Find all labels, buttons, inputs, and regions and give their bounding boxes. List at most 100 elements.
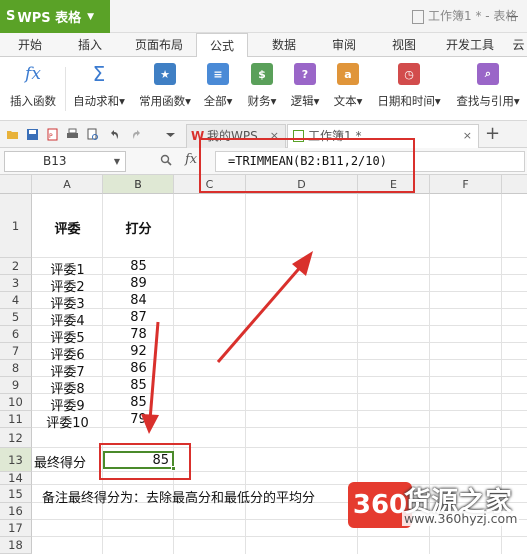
tab-cloud[interactable]: 云 <box>510 33 527 57</box>
row-header[interactable]: 11 <box>0 411 32 428</box>
score-cell[interactable]: 87 <box>103 310 174 325</box>
score-cell[interactable]: 79 <box>103 412 174 427</box>
print-icon[interactable] <box>66 128 79 141</box>
star-icon: ★ <box>154 63 176 85</box>
gridline <box>32 291 527 292</box>
name-box[interactable]: B13 ▼ <box>4 151 126 172</box>
common-functions-button[interactable]: ★ 常用函数▾ <box>134 61 196 117</box>
app-name: WPS 表格 <box>17 11 82 26</box>
score-cell[interactable]: 85 <box>103 259 174 274</box>
watermark-logo: 360 货源之家 www.360hyzj.com <box>342 476 527 554</box>
score-cell[interactable]: 84 <box>103 293 174 308</box>
tab-formulas[interactable]: 公式 <box>196 33 248 58</box>
tab-data[interactable]: 数据 <box>258 33 310 57</box>
score-cell[interactable]: 92 <box>103 344 174 359</box>
row-header[interactable]: 15 <box>0 485 32 503</box>
gridline <box>32 359 527 360</box>
undo-icon[interactable] <box>108 128 121 141</box>
cell-a1[interactable]: 评委 <box>32 218 103 237</box>
title-bar: S WPS 表格 ▼ 工作簿1 * - 表格 <box>0 0 527 33</box>
row-header[interactable]: 2 <box>0 258 32 275</box>
row-header[interactable]: 8 <box>0 360 32 377</box>
final-score-label[interactable]: 最终得分 <box>34 452 86 471</box>
tab-page-layout[interactable]: 页面布局 <box>126 33 192 57</box>
minimize-icon[interactable] <box>508 10 520 22</box>
text-button[interactable]: a 文本▾ <box>330 61 366 117</box>
new-tab-button[interactable]: + <box>485 123 500 144</box>
score-cell[interactable]: 86 <box>103 361 174 376</box>
score-cell[interactable]: 78 <box>103 327 174 342</box>
tab-review[interactable]: 审阅 <box>318 33 370 57</box>
row-header[interactable]: 4 <box>0 292 32 309</box>
lookup-icon: ⌕ <box>477 63 499 85</box>
column-header-g[interactable] <box>502 175 527 194</box>
row-header[interactable]: 1 <box>0 194 32 258</box>
column-header-f[interactable]: F <box>430 175 502 194</box>
formulas-ribbon: fx 插入函数 Σ 自动求和▾ ★ 常用函数▾ ≡ 全部▾ $ 财务▾ ? 逻辑… <box>0 57 527 121</box>
formula-highlight-box <box>199 138 415 193</box>
row-header[interactable]: 7 <box>0 343 32 360</box>
insert-function-button[interactable]: fx 插入函数 <box>4 61 62 117</box>
chevron-down-icon[interactable]: ▼ <box>114 152 120 171</box>
watermark-url: www.360hyzj.com <box>402 511 520 526</box>
gridline <box>32 376 527 377</box>
financial-button[interactable]: $ 财务▾ <box>244 61 280 117</box>
column-header-a[interactable]: A <box>32 175 103 194</box>
gridline <box>32 308 527 309</box>
row-header[interactable]: 3 <box>0 275 32 292</box>
app-menu-button[interactable]: S WPS 表格 ▼ <box>0 0 110 33</box>
svg-text:P: P <box>49 133 53 140</box>
select-all-corner[interactable] <box>0 175 32 194</box>
row-header[interactable]: 13 <box>0 448 32 472</box>
gridline <box>32 393 527 394</box>
ribbon-divider <box>65 67 66 111</box>
note-cell[interactable]: 备注最终得分为：去除最高分和最低分的平均分 <box>42 487 315 506</box>
close-icon[interactable]: × <box>463 125 472 147</box>
row-header[interactable]: 9 <box>0 377 32 394</box>
text-icon: a <box>337 63 359 85</box>
row-header[interactable]: 12 <box>0 428 32 448</box>
autosum-button[interactable]: Σ 自动求和▾ <box>68 61 130 117</box>
wps-logo: S <box>6 9 16 24</box>
logical-button[interactable]: ? 逻辑▾ <box>287 61 323 117</box>
score-cell[interactable]: 89 <box>103 276 174 291</box>
score-cell[interactable]: 85 <box>103 378 174 393</box>
gridline <box>32 342 527 343</box>
tab-home[interactable]: 开始 <box>6 33 54 57</box>
fx-icon[interactable]: fx <box>185 152 197 167</box>
print-preview-icon[interactable] <box>86 128 99 141</box>
redo-icon[interactable] <box>130 128 143 141</box>
row-header[interactable]: 16 <box>0 503 32 520</box>
row-header[interactable]: 10 <box>0 394 32 411</box>
tab-developer[interactable]: 开发工具 <box>438 33 502 57</box>
row-header[interactable]: 14 <box>0 472 32 485</box>
save-icon[interactable] <box>26 128 39 141</box>
chevron-down-icon[interactable] <box>164 128 177 141</box>
gridline <box>32 410 527 411</box>
judge-name-cell[interactable]: 评委10 <box>32 412 103 431</box>
search-icon[interactable] <box>160 154 172 166</box>
all-functions-button[interactable]: ≡ 全部▾ <box>200 61 236 117</box>
score-cell[interactable]: 85 <box>103 395 174 410</box>
tab-insert[interactable]: 插入 <box>64 33 116 57</box>
ribbon-tabs: 开始 插入 页面布局 公式 数据 审阅 视图 开发工具 云 <box>0 33 527 58</box>
row-header[interactable]: 6 <box>0 326 32 343</box>
row-header[interactable]: 5 <box>0 309 32 326</box>
question-icon: ? <box>294 63 316 85</box>
tab-view[interactable]: 视图 <box>378 33 430 57</box>
lookup-reference-button[interactable]: ⌕ 查找与引用▾ <box>453 61 523 117</box>
date-time-button[interactable]: ◷ 日期和时间▾ <box>374 61 444 117</box>
gridline <box>32 427 527 428</box>
row-header[interactable]: 17 <box>0 520 32 537</box>
open-folder-icon[interactable] <box>6 128 19 141</box>
sigma-icon: Σ <box>92 62 106 86</box>
gridline <box>32 257 527 258</box>
list-icon: ≡ <box>207 63 229 85</box>
row-header[interactable]: 18 <box>0 537 32 554</box>
chevron-down-icon: ▼ <box>87 11 95 22</box>
finance-icon: $ <box>251 63 273 85</box>
cell-b1[interactable]: 打分 <box>103 218 174 237</box>
column-header-b[interactable]: B <box>103 175 174 194</box>
result-highlight-box <box>99 443 191 480</box>
export-pdf-icon[interactable]: P <box>46 128 59 141</box>
